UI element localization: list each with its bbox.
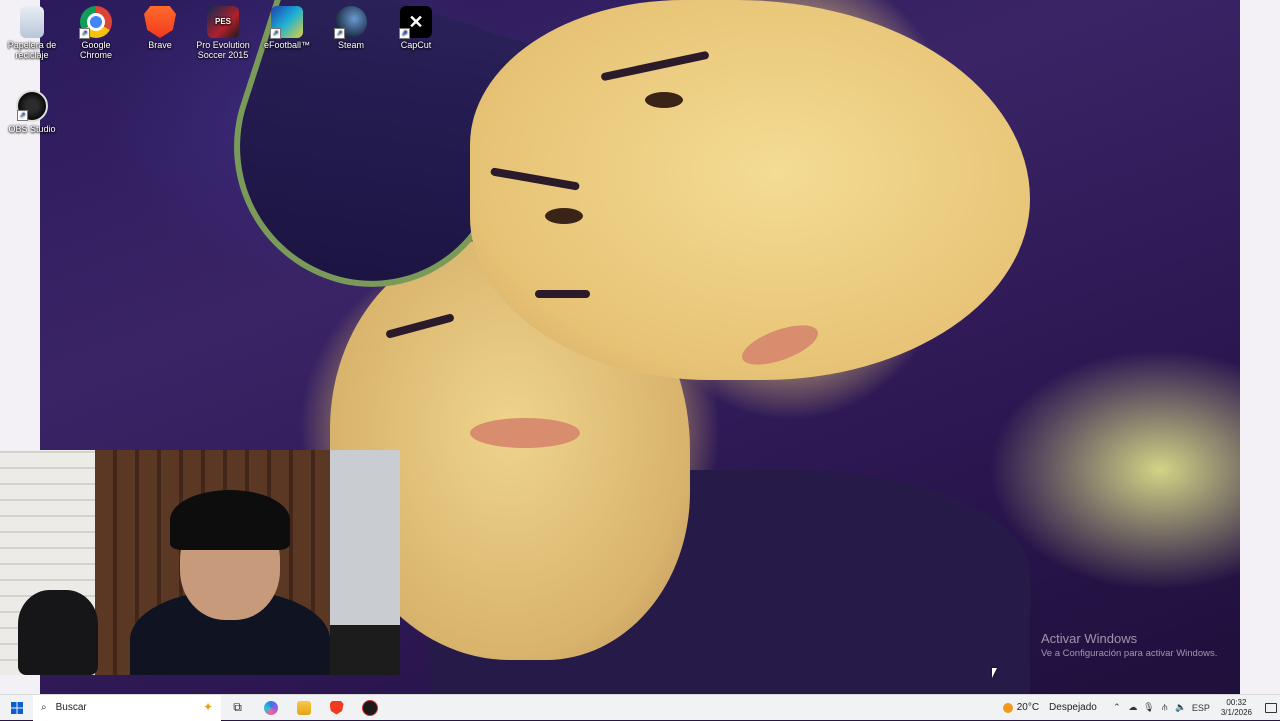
desktop-icon-steam[interactable]: ↗ Steam	[320, 2, 382, 50]
desktop-icon-label: Google Chrome	[79, 40, 112, 60]
desktop-icon-label: Papelera de reciclaje	[7, 40, 57, 60]
start-button[interactable]	[0, 695, 33, 721]
notifications-button[interactable]	[1262, 695, 1280, 721]
webcam-microphone	[330, 625, 400, 675]
weather-temperature: 20°C	[1016, 702, 1040, 713]
taskbar-clock[interactable]: 00:32 3/1/2026	[1221, 698, 1252, 718]
network-tray-button[interactable]: ⫛	[1157, 695, 1173, 721]
pes-2015-icon: PES	[207, 6, 239, 38]
taskbar-search[interactable]: ⌕ ✦	[33, 694, 221, 721]
wallpaper-border-right	[1240, 0, 1280, 694]
task-view-button[interactable]: ⧉	[221, 695, 254, 721]
desktop-icon-pes-2015[interactable]: PES Pro Evolution Soccer 2015	[192, 2, 254, 60]
file-explorer-button[interactable]	[287, 695, 320, 721]
system-tray: 20°C Despejado ⌃ ☁ 🎙 ⫛ 🔈 ESP 00:32 3/1/2…	[1002, 695, 1280, 721]
windows-activation-watermark: Activar Windows Ve a Configuración para …	[1041, 631, 1217, 659]
desktop-icon-label: CapCut	[400, 40, 432, 50]
clock-date: 3/1/2026	[1220, 707, 1252, 717]
steam-icon: ↗	[334, 6, 367, 39]
onedrive-tray-button[interactable]: ☁	[1125, 695, 1141, 721]
clock-time: 00:32	[1226, 697, 1247, 707]
file-explorer-icon	[296, 700, 311, 715]
speaker-icon: 🔈	[1175, 702, 1187, 712]
desktop-icon-brave[interactable]: Brave	[129, 2, 191, 50]
chrome-icon: ↗	[79, 6, 112, 39]
mouse-cursor-icon	[992, 668, 997, 678]
brave-taskbar-button[interactable]	[320, 695, 353, 721]
efootball-icon: ↗	[270, 6, 303, 39]
microphone-tray-button[interactable]: 🎙	[1141, 695, 1157, 721]
cloud-icon: ☁	[1128, 702, 1138, 712]
desktop-icon-google-chrome[interactable]: ↗ Google Chrome	[65, 2, 127, 60]
notification-icon	[1265, 702, 1277, 713]
desktop-icon-label: OBS Studio	[8, 124, 56, 134]
recycle-bin-icon	[20, 6, 44, 38]
activation-subtitle: Ve a Configuración para activar Windows.	[1041, 648, 1218, 659]
wallpaper-face-right	[470, 0, 1030, 380]
wallpaper-brow	[535, 290, 590, 298]
wallpaper-eye	[545, 208, 583, 224]
windows-logo-icon	[10, 701, 23, 714]
weather-widget[interactable]: 20°C Despejado	[1002, 702, 1097, 713]
wallpaper-lips	[470, 418, 580, 448]
language-indicator[interactable]: ESP	[1189, 695, 1213, 721]
volume-tray-button[interactable]: 🔈	[1173, 695, 1189, 721]
desktop-icon-label: Pro Evolution Soccer 2015	[196, 40, 250, 60]
activation-title: Activar Windows	[1041, 631, 1138, 646]
brave-icon	[329, 700, 344, 715]
webcam-overlay	[0, 450, 400, 675]
search-highlight-icon: ✦	[202, 699, 213, 714]
show-hidden-icons-button[interactable]: ⌃	[1109, 695, 1125, 721]
search-input[interactable]	[53, 701, 168, 714]
capcut-icon: ✕ ↗	[399, 6, 432, 39]
taskbar: ⌕ ✦ ⧉ 20°C Despejado ⌃ ☁ 🎙 ⫛	[0, 694, 1280, 721]
network-icon: ⫛	[1162, 702, 1168, 712]
brave-icon	[144, 6, 176, 38]
desktop-icon-obs-studio[interactable]: ↗ OBS Studio	[1, 86, 63, 134]
copilot-icon	[263, 700, 278, 715]
obs-studio-icon: ↗	[16, 90, 48, 122]
language-label: ESP	[1191, 702, 1210, 713]
microphone-icon: 🎙	[1143, 702, 1155, 712]
chevron-up-icon: ⌃	[1113, 702, 1121, 712]
wallpaper-eye	[645, 92, 683, 108]
obs-studio-icon	[361, 699, 378, 716]
webcam-person-hat	[170, 490, 290, 550]
desktop-icon-label: Steam	[337, 40, 364, 50]
copilot-button[interactable]	[254, 695, 287, 721]
webcam-backpack	[18, 590, 98, 675]
task-view-icon: ⧉	[233, 700, 242, 714]
obs-taskbar-button[interactable]	[353, 695, 386, 721]
desktop-icon-label: eFootball™	[263, 40, 311, 50]
weather-condition: Despejado	[1049, 702, 1097, 713]
sun-icon	[1002, 702, 1013, 713]
desktop-icon-capcut[interactable]: ✕ ↗ CapCut	[385, 2, 447, 50]
desktop-icon-efootball[interactable]: ↗ eFootball™	[256, 2, 318, 50]
desktop-icon-recycle-bin[interactable]: Papelera de reciclaje	[1, 2, 63, 60]
search-icon: ⌕	[41, 702, 47, 713]
desktop-icon-label: Brave	[148, 40, 172, 50]
